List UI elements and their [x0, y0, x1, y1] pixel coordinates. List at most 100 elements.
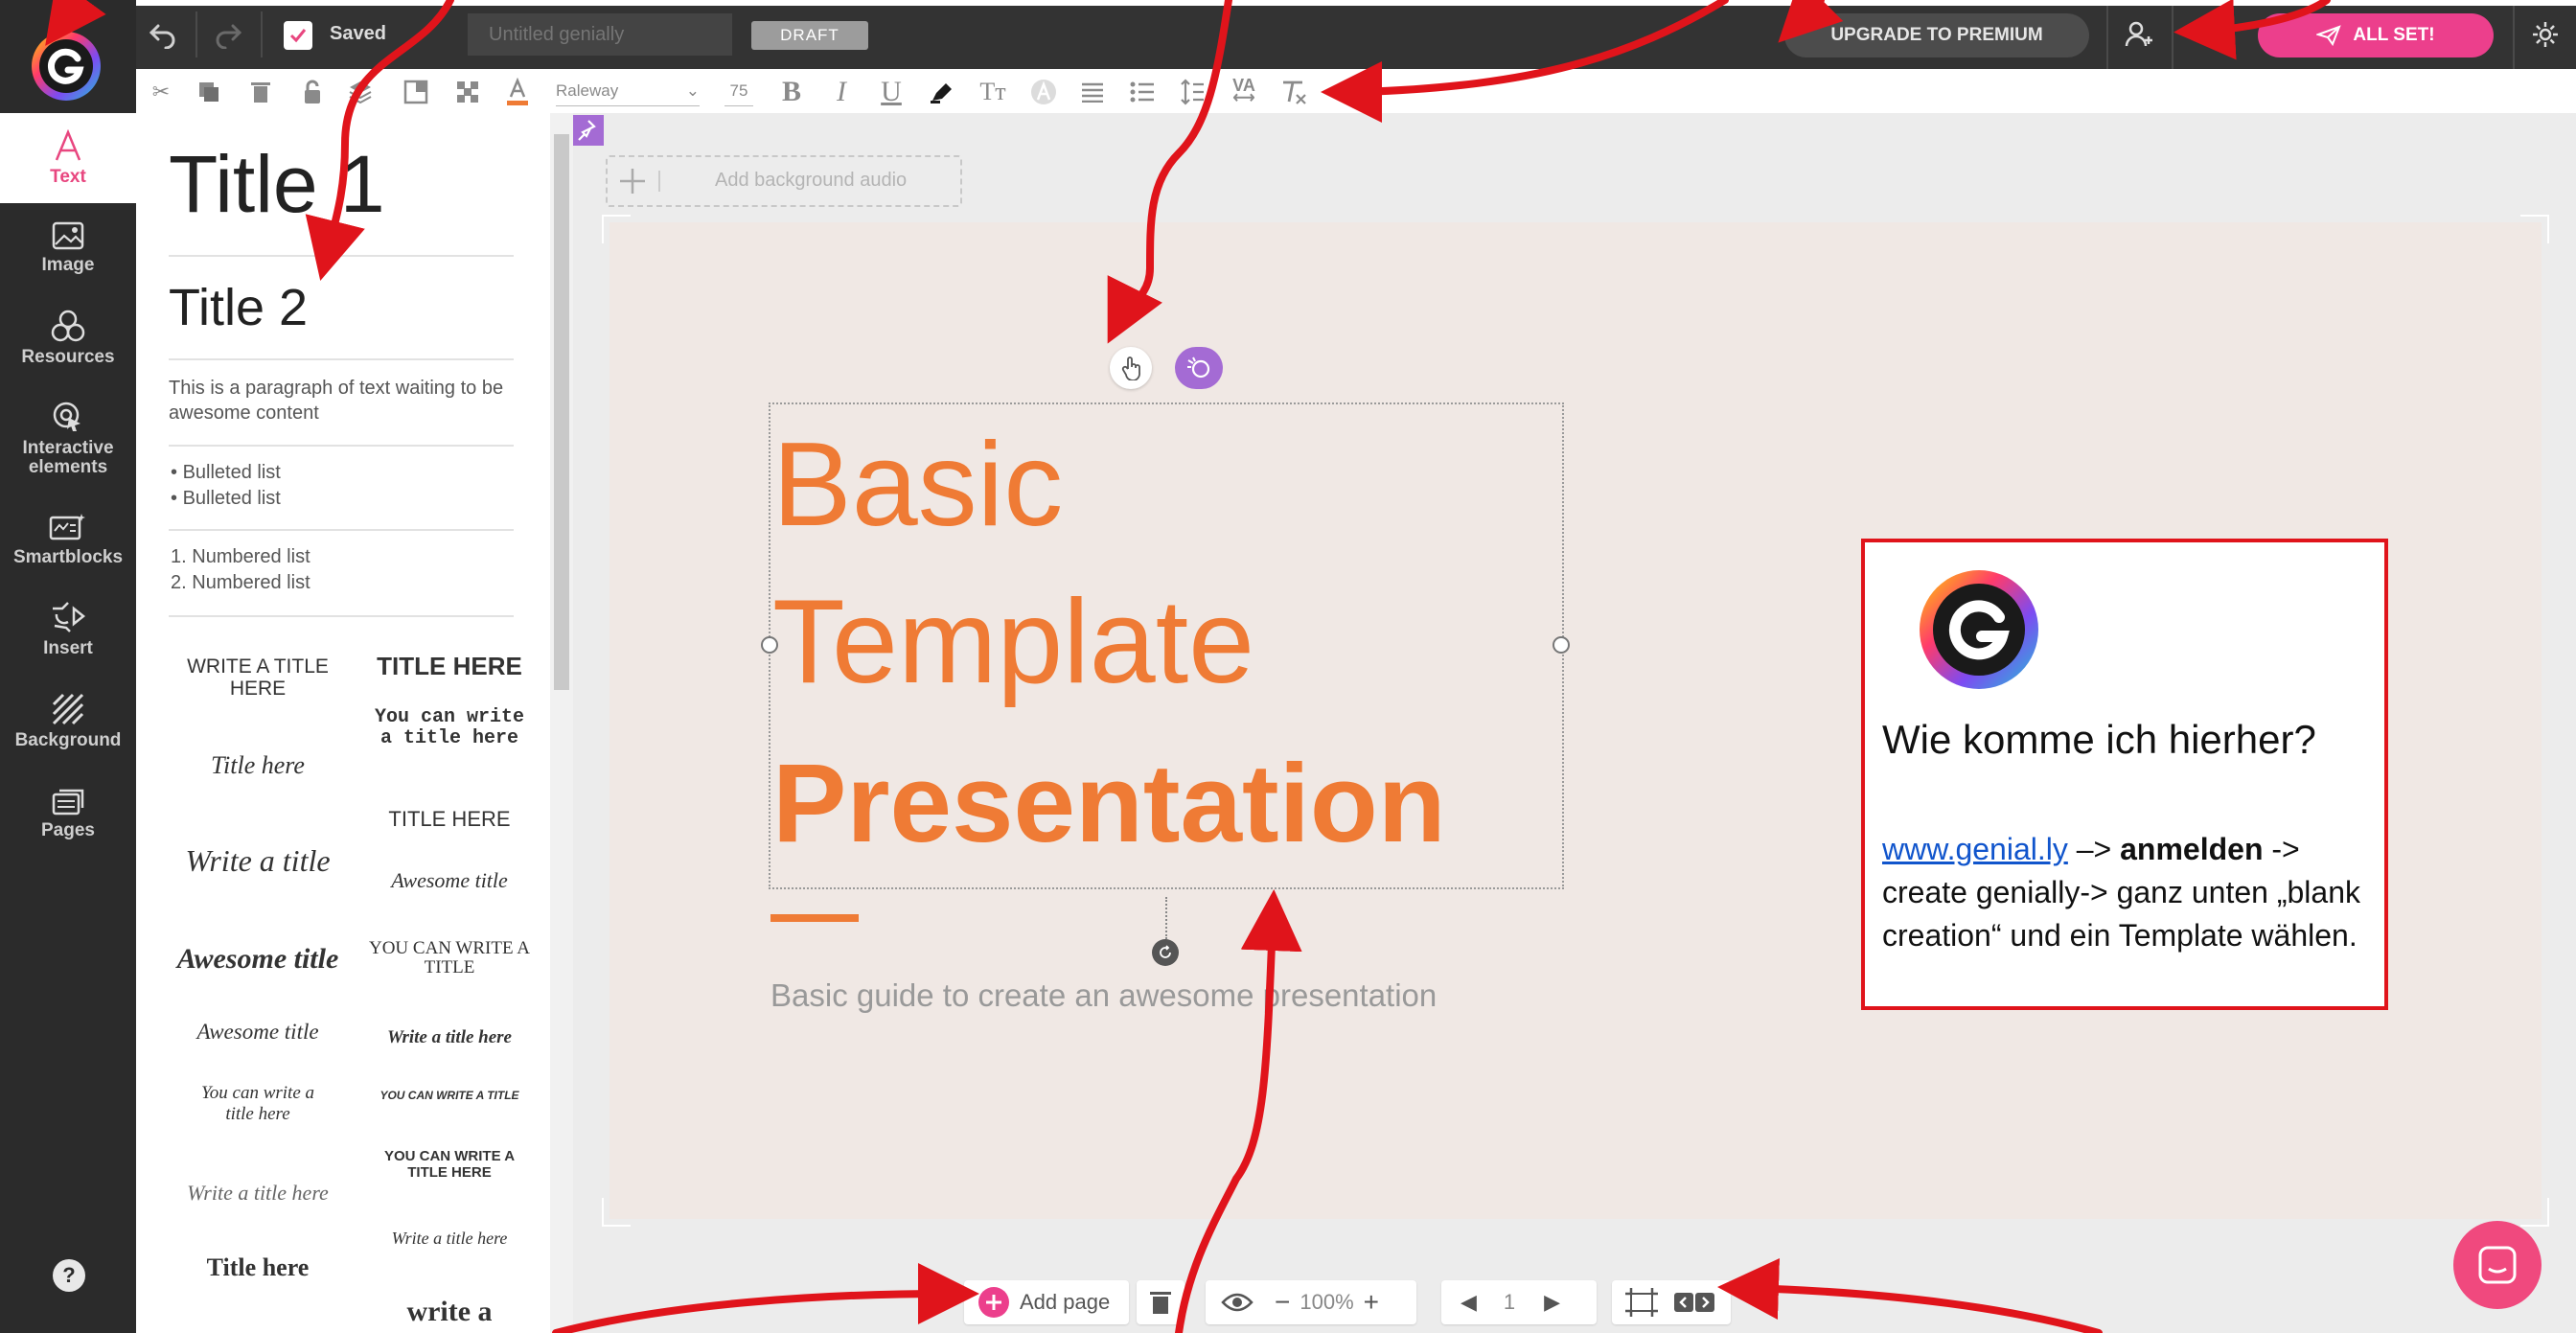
text-template[interactable]: Awesome title: [368, 868, 531, 893]
text-template[interactable]: YOU CAN WRITE A TITLE HERE: [378, 1148, 521, 1181]
bulleted-list-style[interactable]: • Bulleted list • Bulleted list: [171, 460, 281, 512]
layers-icon[interactable]: [345, 77, 376, 107]
text-template[interactable]: WRITE A TITLE HERE: [176, 655, 339, 700]
background-audio-button[interactable]: Add background audio: [606, 155, 962, 207]
lock-icon[interactable]: [297, 77, 328, 107]
text-case-icon[interactable]: Tт: [976, 77, 1010, 107]
align-justify-icon[interactable]: [1077, 77, 1108, 107]
top-edge: [0, 0, 2576, 6]
slide-title-line-2[interactable]: Template: [772, 583, 1254, 701]
text-template[interactable]: Title here: [176, 1253, 339, 1282]
sidebar-item-image[interactable]: Image: [0, 203, 136, 293]
previous-page-icon[interactable]: ◀: [1460, 1290, 1477, 1315]
slide-subtitle[interactable]: Basic guide to create an awesome present…: [770, 977, 1437, 1014]
align-panel-icon[interactable]: [401, 77, 431, 107]
text-template[interactable]: YOU CAN WRITE A TITLE: [368, 939, 531, 977]
info-bold-step: anmelden: [2120, 832, 2264, 866]
sidebar-item-text[interactable]: Text: [0, 113, 136, 203]
pin-icon[interactable]: [573, 115, 604, 146]
list-item: 1. Numbered list: [171, 546, 310, 567]
sidebar-item-label: Smartblocks: [12, 547, 124, 567]
genially-logo-area[interactable]: [0, 0, 136, 113]
cut-icon[interactable]: ✂: [146, 77, 176, 107]
text-template[interactable]: Awesome title: [169, 943, 347, 976]
interaction-hand-icon[interactable]: [1110, 347, 1152, 389]
redo-icon[interactable]: [209, 15, 247, 54]
numbered-list-style[interactable]: 1. Numbered list 2. Numbered list: [171, 544, 310, 596]
letter-spacing-icon[interactable]: VA ⟷: [1227, 77, 1261, 107]
rotate-icon[interactable]: [1152, 939, 1179, 966]
font-size-value: 75: [729, 81, 748, 100]
next-page-icon[interactable]: ▶: [1544, 1290, 1560, 1315]
separator: [261, 11, 263, 57]
help-icon[interactable]: ?: [53, 1259, 85, 1292]
zoom-in-icon[interactable]: +: [1364, 1287, 1379, 1318]
upgrade-button[interactable]: UPGRADE TO PREMIUM: [1784, 13, 2089, 57]
zoom-level: 100%: [1300, 1290, 1354, 1314]
text-template[interactable]: You can write a title here: [368, 707, 531, 749]
text-template[interactable]: YOU CAN WRITE A TITLE: [368, 1089, 531, 1102]
text-template[interactable]: write a: [368, 1296, 531, 1328]
background-icon: [52, 693, 84, 725]
genially-link[interactable]: www.genial.ly: [1882, 832, 2068, 866]
add-page-button[interactable]: Add page: [964, 1280, 1129, 1324]
text-template[interactable]: Write a title here: [176, 1181, 339, 1206]
add-user-icon[interactable]: [2120, 15, 2158, 54]
title-input[interactable]: [468, 13, 732, 56]
text-template[interactable]: TITLE HERE: [368, 652, 531, 681]
sidebar-item-resources[interactable]: Resources: [0, 293, 136, 383]
line-height-icon[interactable]: [1177, 77, 1208, 107]
preview-eye-icon[interactable]: [2187, 15, 2229, 54]
title-2-style[interactable]: Title 2: [169, 278, 308, 337]
page-navigation: ◀ 1 ▶: [1441, 1280, 1597, 1324]
duplicate-icon[interactable]: [194, 77, 224, 107]
sidebar-item-insert[interactable]: Insert: [0, 585, 136, 675]
highlight-marker-icon[interactable]: [926, 77, 956, 107]
slide-title-line-1[interactable]: Basic: [772, 425, 1063, 544]
text-color-icon[interactable]: [502, 77, 533, 107]
bold-icon[interactable]: B: [776, 76, 807, 107]
animation-magic-icon[interactable]: [1175, 347, 1223, 389]
underline-icon[interactable]: U: [876, 76, 907, 107]
font-size-input[interactable]: 75: [724, 77, 753, 106]
list-item: 2. Numbered list: [171, 572, 310, 593]
slide-title-line-3[interactable]: Presentation: [772, 744, 1446, 862]
undo-icon[interactable]: [144, 15, 182, 54]
text-template[interactable]: You can write a title here: [186, 1083, 330, 1125]
separator: [2172, 6, 2174, 69]
zoom-out-icon[interactable]: −: [1275, 1287, 1290, 1318]
italic-icon[interactable]: I: [826, 76, 857, 107]
list-item: • Bulleted list: [171, 462, 281, 483]
resize-handle-right[interactable]: [1552, 636, 1570, 654]
preview-eye-icon[interactable]: [1221, 1291, 1254, 1314]
text-template[interactable]: Awesome title: [176, 1020, 339, 1045]
fit-screen-icon[interactable]: [1623, 1286, 1660, 1319]
text-template[interactable]: TITLE HERE: [368, 807, 531, 832]
trash-icon[interactable]: [245, 77, 276, 107]
text-template[interactable]: Write a title here: [368, 1027, 531, 1048]
chat-support-button[interactable]: [2453, 1221, 2542, 1309]
text-shadow-icon[interactable]: [1027, 77, 1060, 107]
text-template[interactable]: Title here: [176, 751, 339, 780]
sidebar-item-background[interactable]: Background: [0, 677, 136, 767]
sidebar-item-label: Resources: [21, 347, 115, 367]
list-item: • Bulleted list: [171, 488, 281, 509]
slide-accent-bar[interactable]: [770, 914, 859, 922]
delete-page-button[interactable]: [1137, 1280, 1184, 1324]
all-set-button[interactable]: ALL SET!: [2258, 13, 2494, 57]
sidebar-item-pages[interactable]: Pages: [0, 769, 136, 859]
text-template[interactable]: Write a title here: [368, 1229, 531, 1249]
expand-arrows-icon[interactable]: [1673, 1292, 1715, 1313]
clear-format-icon[interactable]: [1278, 77, 1309, 107]
sidebar-item-interactive-elements[interactable]: Interactive elements: [0, 389, 136, 489]
settings-gear-icon[interactable]: [2526, 15, 2564, 54]
sidebar-item-smartblocks[interactable]: Smartblocks: [0, 494, 136, 585]
text-template[interactable]: Write a title: [176, 843, 339, 879]
chat-icon: [2478, 1246, 2517, 1284]
transparency-icon[interactable]: [452, 77, 483, 107]
title-1-style[interactable]: Title 1: [169, 138, 385, 231]
scrollbar-thumb[interactable]: [554, 134, 569, 690]
paragraph-style[interactable]: This is a paragraph of text waiting to b…: [169, 376, 514, 425]
font-family-select[interactable]: Raleway ⌄: [556, 77, 700, 106]
bullet-list-icon[interactable]: [1127, 77, 1158, 107]
